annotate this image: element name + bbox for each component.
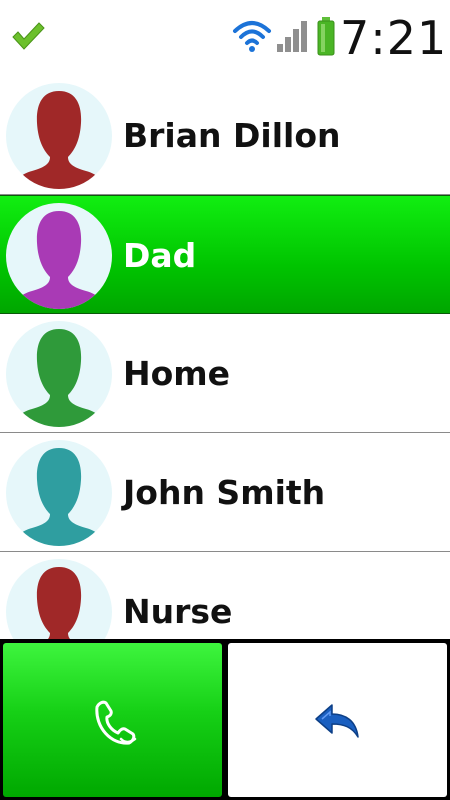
check-icon bbox=[12, 22, 45, 50]
wifi-icon bbox=[233, 21, 271, 52]
contact-name: Dad bbox=[123, 236, 197, 275]
signal-icon bbox=[277, 21, 307, 52]
avatar-icon bbox=[6, 321, 112, 427]
contact-row-nurse[interactable]: Nurse bbox=[0, 552, 450, 639]
avatar-icon bbox=[6, 559, 112, 639]
back-button[interactable] bbox=[228, 643, 447, 797]
back-arrow-icon bbox=[315, 704, 359, 738]
status-bar: 7:21 bbox=[0, 0, 450, 76]
clock: 7:21 bbox=[340, 11, 448, 65]
battery-icon bbox=[317, 17, 335, 56]
contact-row-john-smith[interactable]: John Smith bbox=[0, 433, 450, 552]
contact-row-home[interactable]: Home bbox=[0, 314, 450, 433]
avatar-icon bbox=[6, 83, 112, 189]
contact-name: Brian Dillon bbox=[123, 116, 341, 155]
phone-icon bbox=[95, 700, 137, 745]
contact-name: Home bbox=[123, 354, 231, 393]
avatar-icon bbox=[6, 440, 112, 546]
action-bar bbox=[0, 639, 450, 800]
contact-row-brian-dillon[interactable]: Brian Dillon bbox=[0, 76, 450, 195]
avatar-icon bbox=[6, 203, 112, 309]
contact-name: John Smith bbox=[123, 473, 326, 512]
contact-list[interactable]: Brian Dillon Dad Home John Smith Nurse bbox=[0, 76, 450, 639]
contact-row-dad[interactable]: Dad bbox=[0, 195, 450, 314]
call-button[interactable] bbox=[3, 643, 222, 797]
contact-name: Nurse bbox=[123, 592, 233, 631]
